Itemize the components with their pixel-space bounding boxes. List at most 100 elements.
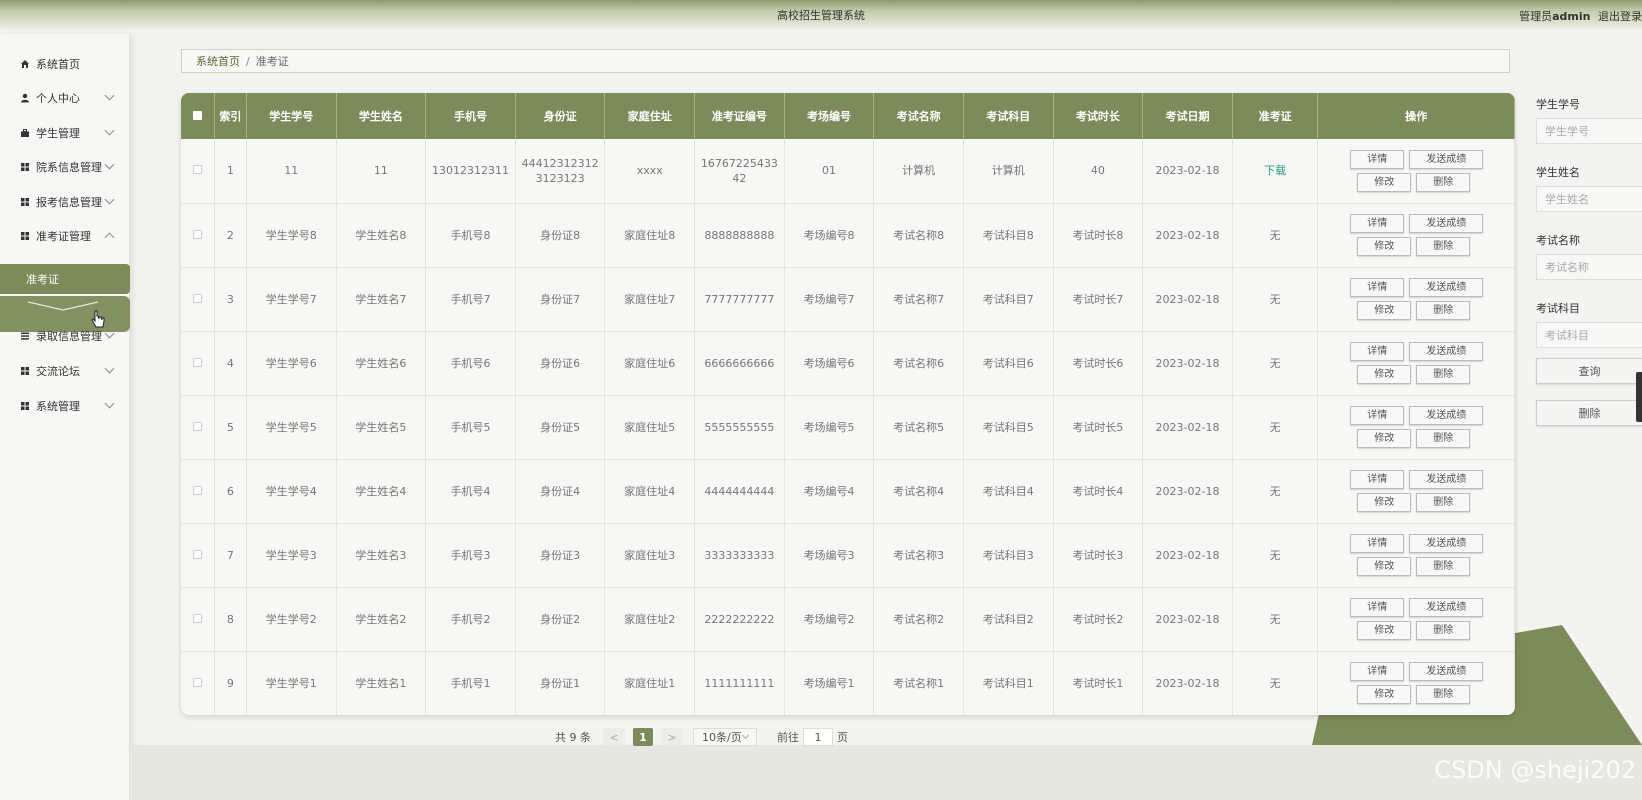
detail-button[interactable]: 详情 bbox=[1350, 534, 1405, 553]
send-score-button[interactable]: 发送成绩 bbox=[1409, 342, 1484, 361]
pager-next-button[interactable]: > bbox=[661, 728, 683, 746]
cell-file[interactable]: 下载 bbox=[1232, 139, 1319, 203]
row-select-cell[interactable] bbox=[181, 139, 215, 203]
row-select-cell[interactable] bbox=[181, 587, 215, 651]
table-row: 1 11 11 13012312311 444123123123123123 xxxx 16… bbox=[181, 139, 1515, 203]
edit-button[interactable]: 修改 bbox=[1357, 621, 1412, 640]
send-score-button[interactable]: 发送成绩 bbox=[1409, 470, 1484, 489]
cell-sname: 学生姓名2 bbox=[336, 587, 427, 651]
sidebar-item-label: 录取信息管理 bbox=[36, 330, 102, 343]
row-checkbox[interactable] bbox=[192, 229, 202, 239]
row-select-cell[interactable] bbox=[181, 523, 215, 587]
cell-sno: 学生学号5 bbox=[246, 395, 337, 459]
send-score-button[interactable]: 发送成绩 bbox=[1409, 149, 1484, 169]
sidebar-item-label: 交流论坛 bbox=[36, 365, 80, 378]
detail-button[interactable]: 详情 bbox=[1350, 470, 1405, 489]
row-select-cell[interactable] bbox=[181, 651, 215, 715]
cell-file: 无 bbox=[1232, 267, 1319, 331]
sidebar-item-forum[interactable]: 交流论坛 bbox=[0, 359, 130, 383]
delete-button[interactable]: 删除 bbox=[1416, 237, 1471, 256]
sidebar-item-students[interactable]: 学生管理 bbox=[0, 121, 130, 145]
row-select-cell[interactable] bbox=[181, 203, 215, 267]
logout-link[interactable]: 退出登录 bbox=[1598, 10, 1642, 23]
cell-sname: 学生姓名7 bbox=[336, 267, 427, 331]
sidebar-item-applications[interactable]: 报考信息管理 bbox=[0, 190, 130, 214]
edit-button[interactable]: 修改 bbox=[1357, 301, 1412, 320]
row-checkbox[interactable] bbox=[192, 549, 202, 559]
pager-size-select[interactable]: 10条/页 bbox=[693, 728, 757, 746]
row-checkbox[interactable] bbox=[192, 165, 202, 175]
pager-prev-button[interactable]: < bbox=[603, 728, 625, 746]
scrollbar-handle[interactable] bbox=[1636, 372, 1642, 422]
query-button[interactable]: 查询 bbox=[1536, 358, 1642, 384]
edit-button[interactable]: 修改 bbox=[1357, 493, 1412, 512]
row-checkbox[interactable] bbox=[192, 677, 202, 687]
select-all-cell[interactable] bbox=[181, 93, 215, 139]
send-score-button[interactable]: 发送成绩 bbox=[1409, 214, 1484, 233]
cell-subject: 考试科目8 bbox=[963, 203, 1054, 267]
row-checkbox[interactable] bbox=[192, 421, 202, 431]
search-input-student-name[interactable] bbox=[1536, 186, 1642, 212]
pager-page-current[interactable]: 1 bbox=[633, 728, 653, 746]
sidebar-item-admission-info[interactable]: 录取信息管理 bbox=[0, 324, 130, 348]
edit-button[interactable]: 修改 bbox=[1357, 172, 1412, 192]
edit-button[interactable]: 修改 bbox=[1357, 685, 1412, 704]
col-header: 学生学号 bbox=[246, 93, 337, 139]
watermark-text: CSDN @sheji202 bbox=[1434, 756, 1636, 784]
row-select-cell[interactable] bbox=[181, 395, 215, 459]
search-input-exam-name[interactable] bbox=[1536, 254, 1642, 280]
sidebar-item-system[interactable]: 系统管理 bbox=[0, 394, 130, 418]
pager-goto-input[interactable]: 1 bbox=[803, 728, 833, 746]
edit-button[interactable]: 修改 bbox=[1357, 365, 1412, 384]
delete-button[interactable]: 删除 bbox=[1416, 301, 1471, 320]
detail-button[interactable]: 详情 bbox=[1350, 278, 1405, 297]
send-score-button[interactable]: 发送成绩 bbox=[1409, 278, 1484, 297]
cell-idx: 1 bbox=[214, 139, 247, 203]
row-select-cell[interactable] bbox=[181, 331, 215, 395]
search-label-exam-subject: 考试科目 bbox=[1536, 302, 1580, 315]
search-input-exam-subject[interactable] bbox=[1536, 322, 1642, 348]
detail-button[interactable]: 详情 bbox=[1350, 598, 1405, 617]
send-score-button[interactable]: 发送成绩 bbox=[1409, 598, 1484, 617]
row-checkbox[interactable] bbox=[192, 485, 202, 495]
send-score-button[interactable]: 发送成绩 bbox=[1409, 662, 1484, 681]
detail-button[interactable]: 详情 bbox=[1350, 342, 1405, 361]
edit-button[interactable]: 修改 bbox=[1357, 557, 1412, 576]
table-row: 8 学生学号2 学生姓名2 手机号2 身份证2 家庭住址2 2222222222 考场编号2 考… bbox=[181, 587, 1515, 651]
row-checkbox[interactable] bbox=[192, 293, 202, 303]
sidebar-item-admission-ticket[interactable]: 准考证管理 bbox=[0, 224, 130, 248]
delete-button[interactable]: 删除 bbox=[1416, 172, 1471, 192]
bulk-delete-button[interactable]: 删除 bbox=[1536, 400, 1642, 426]
cell-phone: 13012312311 bbox=[425, 139, 516, 203]
sidebar-item-home[interactable]: 系统首页 bbox=[0, 52, 130, 76]
cell-ticket: 4444444444 bbox=[694, 459, 785, 523]
select-all-checkbox[interactable] bbox=[192, 110, 202, 120]
delete-button[interactable]: 删除 bbox=[1416, 621, 1471, 640]
cell-phone: 手机号7 bbox=[425, 267, 516, 331]
search-input-student-no[interactable] bbox=[1536, 118, 1642, 144]
pager-size-value: 10条/页 bbox=[702, 731, 742, 744]
detail-button[interactable]: 详情 bbox=[1350, 406, 1405, 425]
delete-button[interactable]: 删除 bbox=[1416, 685, 1471, 704]
edit-button[interactable]: 修改 bbox=[1357, 237, 1412, 256]
detail-button[interactable]: 详情 bbox=[1350, 149, 1405, 169]
delete-button[interactable]: 删除 bbox=[1416, 493, 1471, 512]
delete-button[interactable]: 删除 bbox=[1416, 429, 1471, 448]
breadcrumb-home[interactable]: 系统首页 bbox=[196, 53, 240, 69]
delete-button[interactable]: 删除 bbox=[1416, 365, 1471, 384]
detail-button[interactable]: 详情 bbox=[1350, 214, 1405, 233]
row-select-cell[interactable] bbox=[181, 459, 215, 523]
sidebar-item-departments[interactable]: 院系信息管理 bbox=[0, 155, 130, 179]
grid-icon bbox=[20, 231, 30, 241]
sidebar-subitem-ticket[interactable]: 准考证 bbox=[0, 264, 130, 294]
delete-button[interactable]: 删除 bbox=[1416, 557, 1471, 576]
detail-button[interactable]: 详情 bbox=[1350, 662, 1405, 681]
row-checkbox[interactable] bbox=[192, 357, 202, 367]
sidebar-item-profile[interactable]: 个人中心 bbox=[0, 86, 130, 110]
cell-exam: 考试名称6 bbox=[873, 331, 964, 395]
send-score-button[interactable]: 发送成绩 bbox=[1409, 534, 1484, 553]
row-checkbox[interactable] bbox=[192, 613, 202, 623]
row-select-cell[interactable] bbox=[181, 267, 215, 331]
edit-button[interactable]: 修改 bbox=[1357, 429, 1412, 448]
send-score-button[interactable]: 发送成绩 bbox=[1409, 406, 1484, 425]
